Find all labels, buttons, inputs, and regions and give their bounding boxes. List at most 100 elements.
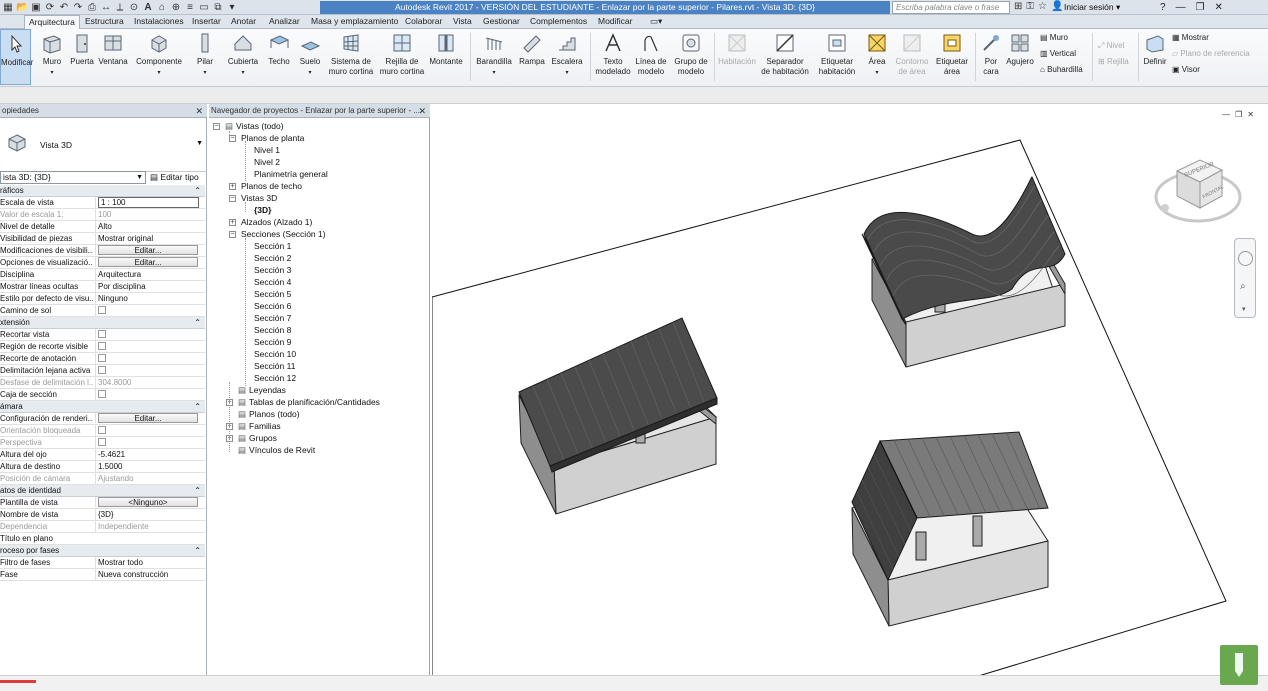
viewcube-home-icon[interactable] (1161, 204, 1169, 212)
property-value[interactable]: Por disciplina (98, 282, 146, 291)
tree-tablas[interactable]: ▤ Tablas de planificación/Cantidades (238, 397, 380, 407)
property-value[interactable]: {3D} (98, 510, 114, 519)
shaft-wall-button[interactable]: ▤ Muro (1040, 33, 1068, 43)
tab-instalaciones[interactable]: Instalaciones (134, 15, 184, 29)
property-section[interactable]: roceso por fases ⌃ (0, 545, 205, 557)
property-row[interactable]: Estilo por defecto de visu... Ninguno (0, 293, 205, 305)
grid-button[interactable]: ⊞ Rejilla (1098, 57, 1129, 67)
property-checkbox[interactable] (98, 354, 106, 362)
app-menu-icon[interactable]: ▦ (2, 2, 14, 14)
property-row[interactable]: Plantilla de vista <Ninguno> (0, 497, 205, 509)
property-input[interactable]: 1 : 100 (98, 197, 199, 208)
sign-in-button[interactable]: Iniciar sesión ▾ (1064, 1, 1120, 14)
property-row[interactable]: Modificaciones de visibili... Editar... (0, 245, 205, 257)
tab-vista[interactable]: Vista (453, 15, 472, 29)
tab-complementos[interactable]: Complementos (530, 15, 587, 29)
tree-secciones[interactable]: Secciones (Sección 1) (241, 229, 326, 239)
room-separator-button[interactable]: Separador de habitación (760, 29, 810, 85)
property-value[interactable]: Nueva construcción (98, 570, 168, 579)
building-gable-roof[interactable] (851, 431, 1049, 627)
property-row[interactable]: Altura del ojo -5.4621 (0, 449, 205, 461)
property-checkbox[interactable] (98, 390, 106, 398)
tree-seccion-item[interactable]: Sección 2 (254, 253, 291, 263)
close-icon[interactable]: ✕ (418, 104, 426, 118)
column-button[interactable]: Pilar ▾ (192, 29, 218, 85)
tab-colaborar[interactable]: Colaborar (405, 15, 442, 29)
tree-planimetria[interactable]: Planimetría general (254, 169, 328, 179)
property-row[interactable]: Disciplina Arquitectura (0, 269, 205, 281)
section-icon[interactable]: ⊕ (170, 2, 182, 14)
property-row[interactable]: Filtro de fases Mostrar todo (0, 557, 205, 569)
tree-seccion-item[interactable]: Sección 1 (254, 241, 291, 251)
property-edit-button[interactable]: <Ninguno> (98, 497, 198, 507)
area-boundary-button[interactable]: Contorno de área (892, 29, 932, 85)
tree-seccion-item[interactable]: Sección 12 (254, 373, 296, 383)
mullion-button[interactable]: Montante (428, 29, 464, 85)
property-value[interactable]: Mostrar todo (98, 558, 143, 567)
tab-anotar[interactable]: Anotar (231, 15, 256, 29)
floor-button[interactable]: Suelo ▾ (296, 29, 324, 85)
property-checkbox[interactable] (98, 342, 106, 350)
property-row[interactable]: Fase Nueva construcción (0, 569, 205, 581)
tree-seccion-item[interactable]: Sección 10 (254, 349, 296, 359)
collapse-icon[interactable]: − (213, 123, 220, 130)
tag-room-button[interactable]: Etiquetar habitación (814, 29, 860, 85)
property-row[interactable]: Escala de vista 1 : 100 (0, 197, 205, 209)
redo-icon[interactable]: ↷ (72, 2, 84, 14)
wall-button[interactable]: Muro ▾ (38, 29, 66, 85)
collapse-icon[interactable]: ⌃ (194, 317, 201, 328)
building-shed-roof[interactable] (518, 317, 718, 515)
tree-alzados[interactable]: Alzados (Alzado 1) (241, 217, 312, 227)
property-row[interactable]: Camino de sol (0, 305, 205, 317)
collapse-icon[interactable]: ⌃ (194, 485, 201, 496)
area-button[interactable]: Área ▾ (862, 29, 892, 85)
collapse-icon[interactable]: − (229, 195, 236, 202)
tree-seccion-item[interactable]: Sección 3 (254, 265, 291, 275)
model-text-button[interactable]: Texto modelado (594, 29, 632, 85)
stair-button[interactable]: Escalera ▾ (550, 29, 584, 85)
undo-icon[interactable]: ↶ (58, 2, 70, 14)
tree-seccion-item[interactable]: Sección 5 (254, 289, 291, 299)
sync-icon[interactable]: ⟳ (44, 2, 56, 14)
close-icon[interactable]: ✕ (195, 104, 203, 118)
property-row[interactable]: Nivel de detalle Alto (0, 221, 205, 233)
text-icon[interactable]: A (142, 2, 154, 14)
search-input[interactable]: Escriba palabra clave o frase (892, 1, 1010, 14)
collapse-icon[interactable]: − (229, 231, 236, 238)
tree-leyendas[interactable]: ▤ Leyendas (238, 385, 286, 395)
binoculars-icon[interactable]: ⊞ (1014, 1, 1022, 13)
download-button[interactable] (1220, 645, 1258, 685)
steering-wheel-icon[interactable] (1238, 251, 1253, 266)
tab-gestionar[interactable]: Gestionar (483, 15, 520, 29)
property-row[interactable]: Perspectiva (0, 437, 205, 449)
property-edit-button[interactable]: Editar... (98, 413, 198, 423)
property-value[interactable]: Ninguno (98, 294, 128, 303)
property-row[interactable]: Mostrar líneas ocultas Por disciplina (0, 281, 205, 293)
component-button[interactable]: Componente ▾ (133, 29, 185, 85)
print-icon[interactable]: ⎙ (86, 2, 98, 14)
curtain-grid-button[interactable]: Rejilla de muro cortina (378, 29, 426, 85)
thin-lines-icon[interactable]: ≡ (184, 2, 196, 14)
type-selector[interactable]: Vista 3D ▼ (0, 120, 207, 172)
zoom-icon[interactable]: ⌕ (1240, 281, 1246, 292)
viewer-button[interactable]: ▣ Visor (1172, 65, 1200, 75)
tree-planos-planta[interactable]: Planos de planta (241, 133, 304, 143)
curtain-system-button[interactable]: Sistema de muro cortina (326, 29, 376, 85)
property-row[interactable]: Orientación bloqueada (0, 425, 205, 437)
property-row[interactable]: Opciones de visualizació... Editar... (0, 257, 205, 269)
door-button[interactable]: Puerta (68, 29, 96, 85)
property-value[interactable]: -5.4621 (98, 450, 125, 459)
user-icon[interactable]: 👤 (1051, 1, 1063, 13)
tree-vistas[interactable]: ▤ Vistas (todo) (225, 121, 284, 131)
measure-icon[interactable]: ↔ (100, 2, 112, 14)
property-edit-button[interactable]: Editar... (98, 245, 198, 255)
3d-view-icon[interactable]: ⌂ (156, 2, 168, 14)
tree-seccion-item[interactable]: Sección 9 (254, 337, 291, 347)
tab-masa[interactable]: Masa y emplazamiento (311, 15, 398, 29)
model-canvas[interactable]: SUPERIOR FRONTAL (432, 104, 1268, 691)
property-section[interactable]: ámara ⌃ (0, 401, 205, 413)
close-icon[interactable]: ✕ (1215, 0, 1223, 15)
collapse-icon[interactable]: ⌃ (194, 401, 201, 412)
property-row[interactable]: Visibilidad de piezas Mostrar original (0, 233, 205, 245)
ramp-button[interactable]: Rampa (518, 29, 546, 85)
